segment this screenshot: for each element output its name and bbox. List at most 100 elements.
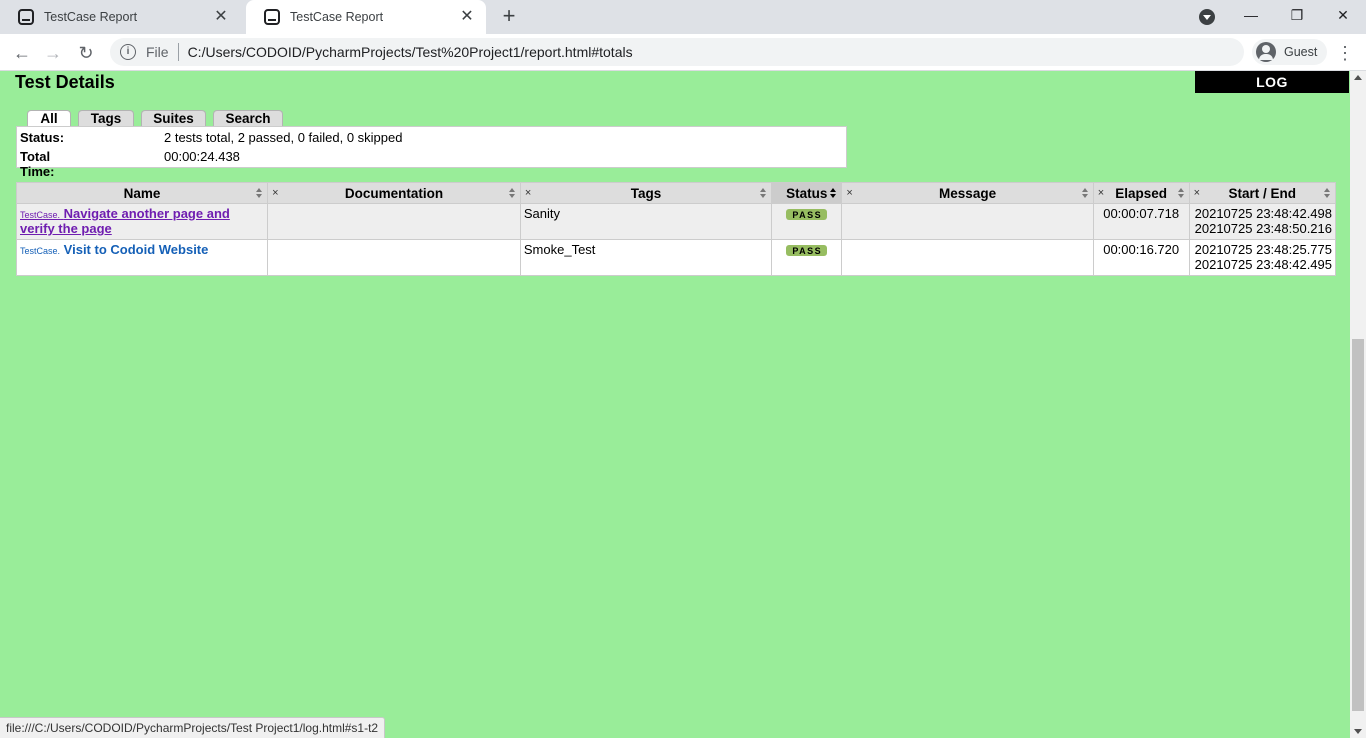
- test-details-table: Name × Documentation × Tags Status × Mes…: [15, 182, 1337, 276]
- table-header-row: Name × Documentation × Tags Status × Mes…: [15, 182, 1337, 204]
- tab-all[interactable]: All: [27, 110, 71, 127]
- log-button[interactable]: LOG: [1195, 71, 1349, 93]
- url-text[interactable]: C:/Users/CODOID/PycharmProjects/Test%20P…: [188, 44, 633, 60]
- sort-icon[interactable]: [508, 188, 516, 199]
- profile-button[interactable]: Guest: [1252, 39, 1328, 65]
- message-cell: [841, 239, 1094, 276]
- minimize-icon[interactable]: —: [1228, 0, 1274, 30]
- documentation-cell: [267, 239, 521, 276]
- new-tab-button[interactable]: +: [498, 5, 520, 28]
- tags-cell: Sanity: [519, 203, 773, 240]
- hide-column-icon[interactable]: ×: [1098, 187, 1104, 199]
- avatar-icon: [1256, 42, 1276, 62]
- totals-summary: Status: 2 tests total, 2 passed, 0 faile…: [16, 126, 847, 179]
- message-cell: [841, 203, 1094, 240]
- elapsed-cell: 00:00:16.720: [1092, 239, 1190, 276]
- column-header-message[interactable]: × Message: [841, 182, 1094, 204]
- tab-search-icon[interactable]: [1199, 9, 1215, 25]
- report-page: Test Details LOG All Tags Suites Search …: [0, 71, 1350, 738]
- tab-search[interactable]: Search: [213, 110, 283, 127]
- scroll-up-icon[interactable]: [1354, 75, 1362, 80]
- sort-icon[interactable]: [1324, 188, 1331, 199]
- column-header-label: Name: [123, 185, 161, 201]
- close-tab-icon[interactable]: ✕: [458, 8, 476, 26]
- sort-icon[interactable]: [256, 188, 263, 199]
- scrollbar-thumb[interactable]: [1352, 339, 1364, 711]
- close-window-icon[interactable]: ✕: [1320, 0, 1366, 30]
- total-time-label: Total Time:: [20, 149, 55, 179]
- column-header-elapsed[interactable]: × Elapsed: [1092, 182, 1190, 204]
- column-header-name[interactable]: Name: [15, 182, 269, 204]
- column-header-tags[interactable]: × Tags: [519, 182, 773, 204]
- info-icon[interactable]: i: [120, 44, 136, 60]
- end-time: 20210725 23:48:50.216: [1194, 221, 1332, 236]
- hide-column-icon[interactable]: ×: [272, 187, 278, 199]
- tab-tags[interactable]: Tags: [78, 110, 134, 127]
- test-name-cell: TestCase. Visit to Codoid Website: [15, 239, 269, 276]
- end-time: 20210725 23:48:42.495: [1194, 257, 1332, 272]
- test-link[interactable]: TestCase. Visit to Codoid Website: [20, 242, 208, 257]
- back-arrow-icon[interactable]: ←: [9, 40, 35, 66]
- sort-icon[interactable]: [760, 188, 767, 199]
- status-cell: PASS: [771, 203, 843, 240]
- start-time: 20210725 23:48:42.498: [1194, 206, 1332, 221]
- tab-suites[interactable]: Suites: [141, 110, 206, 127]
- column-header-label: Status: [786, 185, 828, 201]
- column-header-label: Tags: [630, 185, 662, 201]
- browser-toolbar: ← → ↻ i File C:/Users/CODOID/PycharmProj…: [0, 34, 1366, 71]
- scroll-down-icon[interactable]: [1354, 729, 1362, 734]
- detail-tabs: All Tags Suites Search: [27, 110, 290, 127]
- column-header-label: Message: [939, 185, 997, 201]
- elapsed-cell: 00:00:07.718: [1092, 203, 1190, 240]
- sort-icon[interactable]: [1081, 188, 1089, 199]
- column-header-documentation[interactable]: × Documentation: [267, 182, 521, 204]
- column-header-label: Documentation: [344, 185, 444, 201]
- address-bar[interactable]: i File C:/Users/CODOID/PycharmProjects/T…: [110, 38, 1244, 66]
- pass-badge: PASS: [786, 245, 828, 256]
- vertical-scrollbar[interactable]: [1350, 71, 1366, 738]
- start-end-cell: 20210725 23:48:25.775 20210725 23:48:42.…: [1188, 239, 1337, 276]
- status-cell: PASS: [771, 239, 843, 276]
- link-status-bubble: file:///C:/Users/CODOID/PycharmProjects/…: [0, 717, 386, 738]
- test-name: Visit to Codoid Website: [63, 242, 209, 257]
- tags-cell: Smoke_Test: [519, 239, 773, 276]
- page-title: Test Details: [15, 72, 115, 92]
- url-scheme-label: File: [146, 44, 169, 60]
- total-time-value: 00:00:24.438: [164, 149, 240, 164]
- browser-tab-strip: TestCase Report ✕ TestCase Report ✕ + — …: [0, 0, 1366, 34]
- status-label: Status:: [20, 130, 65, 145]
- parent-suite-label: TestCase: [20, 246, 58, 256]
- table-row: TestCase. Visit to Codoid Website Smoke_…: [15, 239, 1337, 276]
- column-header-start-end[interactable]: × Start / End: [1188, 182, 1337, 204]
- pass-badge: PASS: [786, 209, 828, 220]
- restore-icon[interactable]: ❐: [1274, 0, 1320, 30]
- reload-icon[interactable]: ↻: [73, 40, 99, 66]
- more-menu-icon[interactable]: ⋮: [1336, 40, 1354, 66]
- test-link[interactable]: TestCase. Navigate another page and veri…: [20, 206, 230, 236]
- hide-column-icon[interactable]: ×: [1194, 187, 1200, 199]
- hide-column-icon[interactable]: ×: [846, 187, 852, 199]
- forward-arrow-icon[interactable]: →: [40, 40, 66, 66]
- sort-icon[interactable]: [830, 188, 837, 199]
- column-header-label: Start / End: [1228, 185, 1297, 201]
- divider: [177, 43, 179, 61]
- browser-tab-1[interactable]: TestCase Report ✕: [0, 0, 240, 34]
- table-row: TestCase. Navigate another page and veri…: [15, 203, 1337, 240]
- test-name-cell: TestCase. Navigate another page and veri…: [15, 203, 269, 240]
- page-favicon-icon: [264, 9, 280, 25]
- documentation-cell: [267, 203, 521, 240]
- page-favicon-icon: [18, 9, 34, 25]
- hide-column-icon[interactable]: ×: [525, 187, 531, 199]
- tab-title: TestCase Report: [44, 10, 138, 24]
- close-tab-icon[interactable]: ✕: [212, 8, 230, 26]
- tab-title: TestCase Report: [290, 10, 384, 24]
- start-time: 20210725 23:48:25.775: [1194, 242, 1332, 257]
- parent-suite-label: TestCase: [20, 210, 58, 220]
- sort-icon[interactable]: [1177, 188, 1185, 199]
- status-value: 2 tests total, 2 passed, 0 failed, 0 ski…: [164, 130, 403, 145]
- column-header-status[interactable]: Status: [771, 182, 843, 204]
- column-header-label: Elapsed: [1115, 185, 1168, 201]
- window-controls: — ❐ ✕: [1228, 0, 1366, 34]
- start-end-cell: 20210725 23:48:42.498 20210725 23:48:50.…: [1188, 203, 1337, 240]
- browser-tab-2[interactable]: TestCase Report ✕: [246, 0, 486, 34]
